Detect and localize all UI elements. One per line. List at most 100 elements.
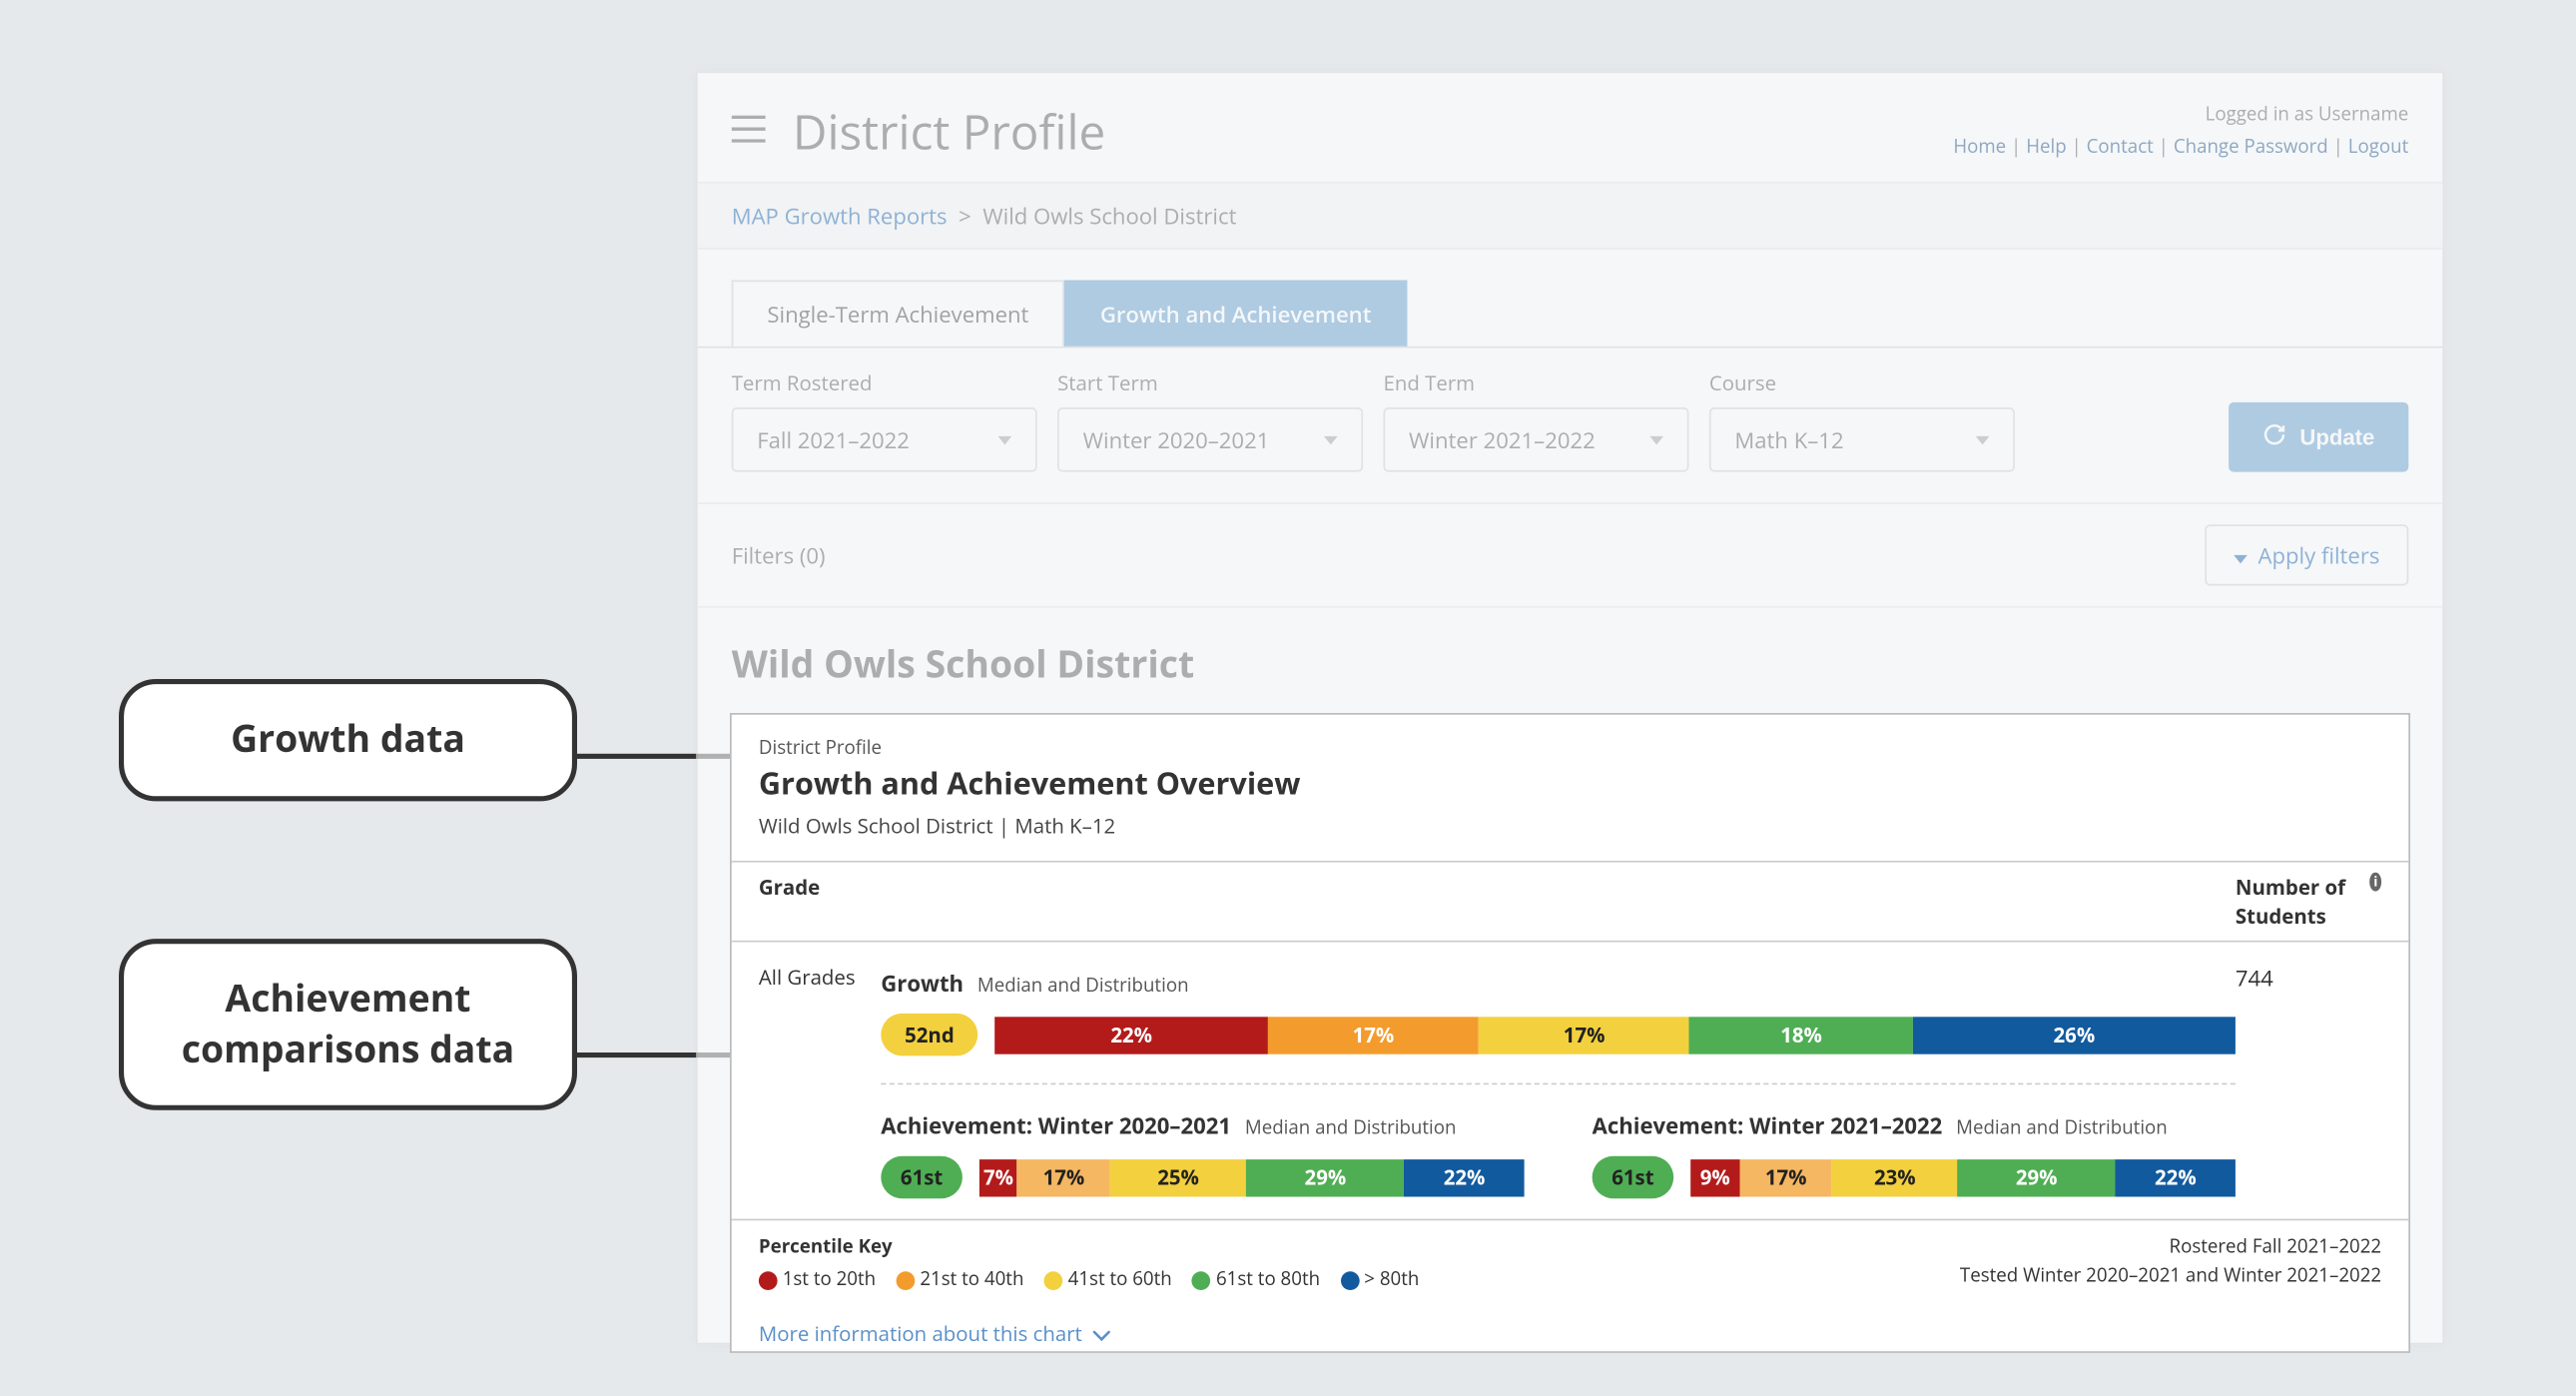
link-contact[interactable]: Contact [2087, 134, 2154, 160]
growth-segment: 17% [1268, 1016, 1479, 1052]
achievement-segment: 22% [1405, 1158, 1525, 1195]
achievement-row: Achievement: Winter 2020–2021 Median and… [881, 1105, 2236, 1209]
callout-growth-label: Growth data [231, 713, 465, 764]
header-right: Logged in as Username Home | Help | Cont… [1953, 100, 2408, 164]
link-home[interactable]: Home [1953, 134, 2006, 160]
achievement-bar: 7%17%25%29%22% [979, 1158, 1525, 1195]
app-header: District Profile Logged in as Username H… [698, 73, 2443, 184]
achievement-segment: 17% [1017, 1158, 1110, 1195]
key-dot-icon [1044, 1271, 1063, 1290]
tabs: Single-Term Achievement Growth and Achie… [732, 281, 2409, 347]
achievement-col: Achievement: Winter 2020–2021 Median and… [881, 1105, 1524, 1209]
growth-sub: Median and Distribution [977, 973, 1189, 999]
overview-column-headers: Grade Number of Students i [732, 863, 2409, 943]
overview-body: All Grades Growth Median and Distributio… [732, 943, 2409, 1219]
achievement-bar-row: 61st 7%17%25%29%22% [881, 1156, 1524, 1199]
select-start-term[interactable]: Winter 2020–2021 [1057, 407, 1363, 472]
overview-header: District Profile Growth and Achievement … [732, 715, 2409, 863]
update-button-label: Update [2299, 424, 2374, 450]
tab-single-term[interactable]: Single-Term Achievement [732, 281, 1064, 347]
growth-bar: 22%17%17%18%26% [995, 1016, 2236, 1052]
filter-label-term-rostered: Term Rostered [732, 368, 1037, 397]
colhead-students: Number of Students i [2236, 873, 2381, 931]
achievement-col: Achievement: Winter 2021–2022 Median and… [1593, 1105, 2236, 1209]
select-term-rostered-value: Fall 2021–2022 [757, 424, 910, 455]
overview-title: Growth and Achievement Overview [759, 764, 2381, 805]
key-dot-icon [897, 1271, 916, 1290]
key-item: 41st to 60th [1044, 1266, 1172, 1292]
divider [881, 1083, 2236, 1085]
achievement-segment: 23% [1832, 1158, 1958, 1195]
colhead-grade: Grade [759, 873, 881, 931]
key-dot-icon [1340, 1271, 1359, 1290]
colhead-students-label: Number of Students [2236, 873, 2363, 931]
select-course[interactable]: Math K–12 [1709, 407, 2015, 472]
achievement-label: Achievement: Winter 2020–2021 [881, 1110, 1231, 1141]
overview-eyebrow: District Profile [759, 735, 2381, 761]
more-info-label: More information about this chart [759, 1319, 1082, 1348]
achievement-pill: 61st [1593, 1156, 1674, 1199]
filter-label-course: Course [1709, 368, 2015, 397]
row-students: 744 [2236, 963, 2381, 1209]
growth-segment: 18% [1689, 1016, 1913, 1052]
footer-line-1: Rostered Fall 2021–2022 [1960, 1234, 2381, 1262]
achievement-sub: Median and Distribution [1956, 1115, 2168, 1141]
callout-achievement: Achievement comparisons data [119, 939, 577, 1110]
link-help[interactable]: Help [2026, 134, 2066, 160]
row-mid: Growth Median and Distribution 52nd 22%1… [881, 963, 2236, 1209]
filter-label-start-term: Start Term [1057, 368, 1363, 397]
growth-segment: 26% [1913, 1016, 2236, 1052]
callout-achievement-label: Achievement comparisons data [182, 973, 514, 1073]
caret-down-icon [998, 435, 1012, 444]
key-item: 21st to 40th [897, 1266, 1024, 1292]
district-heading: Wild Owls School District [698, 608, 2443, 707]
growth-pill: 52nd [881, 1014, 977, 1056]
growth-segment: 17% [1479, 1016, 1689, 1052]
caret-down-icon [1649, 435, 1663, 444]
info-icon[interactable]: i [2370, 873, 2382, 892]
select-course-value: Math K–12 [1734, 424, 1843, 455]
filter-label-end-term: End Term [1384, 368, 1689, 397]
key-dot-icon [1192, 1271, 1211, 1290]
breadcrumb-root[interactable]: MAP Growth Reports [732, 201, 948, 232]
update-button[interactable]: Update [2229, 402, 2408, 472]
achievement-segment: 7% [979, 1158, 1017, 1195]
growth-bar-row: 52nd 22%17%17%18%26% [881, 1014, 2236, 1056]
page-title: District Profile [793, 100, 1105, 165]
select-start-term-value: Winter 2020–2021 [1083, 424, 1270, 455]
achievement-segment: 22% [2116, 1158, 2236, 1195]
link-logout[interactable]: Logout [2348, 134, 2409, 160]
achievement-label: Achievement: Winter 2021–2022 [1593, 1110, 1943, 1141]
select-end-term[interactable]: Winter 2021–2022 [1384, 407, 1689, 472]
filters-label: Filters [732, 540, 794, 571]
achievement-segment: 17% [1739, 1158, 1832, 1195]
row-grade: All Grades [759, 963, 881, 1209]
refresh-icon [2262, 422, 2286, 451]
filters-bar: Filters (0) Apply filters [698, 504, 2443, 608]
achievement-segment: 25% [1110, 1158, 1246, 1195]
apply-filters-label: Apply filters [2258, 540, 2380, 571]
chevron-down-icon [1092, 1319, 1109, 1348]
key-items: 1st to 20th21st to 40th41st to 60th61st … [759, 1266, 1419, 1292]
caret-down-icon [1324, 435, 1338, 444]
achievement-segment: 29% [1958, 1158, 2116, 1195]
overview-footer: Percentile Key 1st to 20th21st to 40th41… [732, 1219, 2409, 1309]
footer-line-2: Tested Winter 2020–2021 and Winter 2021–… [1960, 1262, 2381, 1290]
select-term-rostered[interactable]: Fall 2021–2022 [732, 407, 1037, 472]
achievement-sub: Median and Distribution [1245, 1115, 1457, 1141]
key-dot-icon [759, 1271, 778, 1290]
growth-label: Growth [881, 968, 964, 999]
achievement-bar-row: 61st 9%17%23%29%22% [1593, 1156, 2236, 1199]
achievement-segment: 9% [1690, 1158, 1739, 1195]
achievement-segment: 29% [1246, 1158, 1404, 1195]
tab-growth-achievement[interactable]: Growth and Achievement [1064, 281, 1407, 347]
filter-row: Term Rostered Fall 2021–2022 Start Term … [698, 347, 2443, 504]
key-title: Percentile Key [759, 1234, 1419, 1260]
achievement-pill: 61st [881, 1156, 963, 1199]
callout-growth: Growth data [119, 679, 577, 801]
apply-filters-button[interactable]: Apply filters [2205, 524, 2409, 585]
key-item: > 80th [1340, 1266, 1419, 1292]
more-info-link[interactable]: More information about this chart [732, 1309, 2409, 1352]
link-change-password[interactable]: Change Password [2174, 134, 2328, 160]
hamburger-icon[interactable] [732, 114, 766, 151]
